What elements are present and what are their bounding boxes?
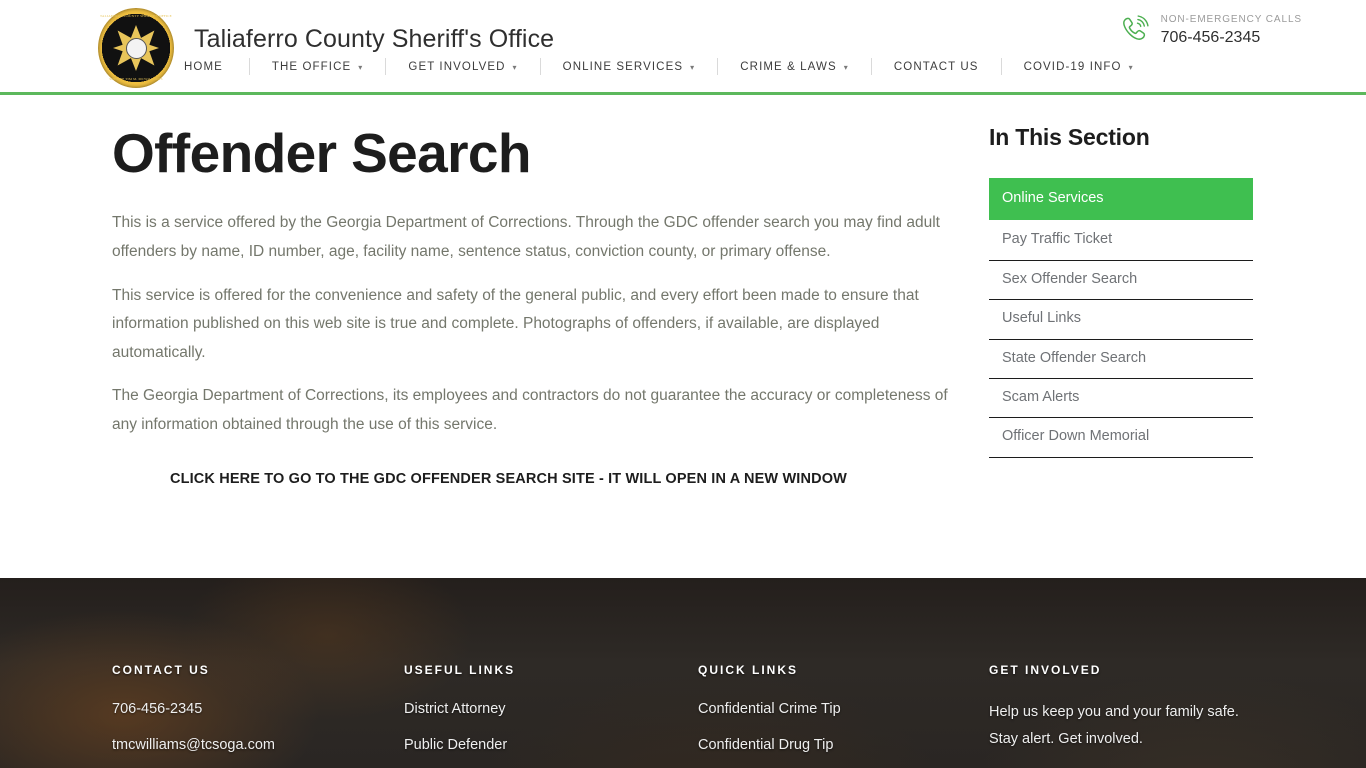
sidebar-item-pay-traffic-ticket[interactable]: Pay Traffic Ticket (989, 221, 1253, 261)
footer-link-confidential-drug-tip[interactable]: Confidential Drug Tip (698, 735, 968, 755)
gdc-offender-search-link[interactable]: CLICK HERE TO GO TO THE GDC OFFENDER SEA… (170, 471, 847, 487)
cta-wrapper: CLICK HERE TO GO TO THE GDC OFFENDER SEA… (112, 470, 962, 488)
nav-label: CRIME & LAWS (740, 60, 837, 73)
phone-number[interactable]: 706-456-2345 (1161, 29, 1302, 47)
sidebar-item-officer-down-memorial[interactable]: Officer Down Memorial (989, 418, 1253, 458)
in-this-section-sidebar: In This Section Online Services Pay Traf… (989, 124, 1253, 458)
nav-item-get-involved[interactable]: GET INVOLVED ▾ (385, 58, 539, 75)
primary-navigation[interactable]: HOME THE OFFICE ▾ GET INVOLVED ▾ ONLINE … (184, 58, 1156, 75)
nav-item-home[interactable]: HOME (184, 58, 249, 75)
chevron-down-icon: ▾ (1128, 62, 1134, 72)
chevron-down-icon: ▾ (512, 62, 518, 72)
footer-inner: CONTACT US 706-456-2345 tmcwilliams@tcso… (0, 578, 1366, 753)
sheriff-badge-logo[interactable]: TALIAFERRO COUNTY SHERIFF'S OFFICE SHERI… (98, 8, 174, 88)
site-title: Taliaferro County Sheriff's Office (194, 25, 555, 53)
chevron-down-icon: ▾ (843, 62, 849, 72)
sidebar-title: In This Section (989, 124, 1150, 150)
page-title: Offender Search (112, 122, 532, 184)
footer-get-involved-text: Help us keep you and your family safe. S… (989, 704, 1239, 747)
phone-meta: NON-EMERGENCY CALLS 706-456-2345 (1161, 12, 1302, 47)
nav-item-contact-us[interactable]: CONTACT US (870, 58, 1001, 75)
footer-link-district-attorney[interactable]: District Attorney (404, 699, 674, 719)
footer-link-email[interactable]: tmcwilliams@tcsoga.com (112, 735, 382, 755)
nav-item-crime-and-laws[interactable]: CRIME & LAWS ▾ (717, 58, 871, 75)
article-content: Offender Search This is a service offere… (112, 122, 962, 488)
footer-heading: USEFUL LINKS (404, 663, 516, 677)
body-paragraph: This is a service offered by the Georgia… (112, 214, 940, 260)
sidebar-item-useful-links[interactable]: Useful Links (989, 300, 1253, 340)
sidebar-list: Online Services Pay Traffic Ticket Sex O… (989, 178, 1253, 458)
footer-link-public-defender[interactable]: Public Defender (404, 735, 674, 755)
badge-bottom-text: SHERIFF TIM M. MCWILLIAMS (109, 77, 163, 81)
nav-label: GET INVOLVED (408, 60, 506, 73)
footer-link-phone[interactable]: 706-456-2345 (112, 699, 382, 719)
footer-heading: QUICK LINKS (698, 663, 798, 677)
nav-label: HOME (184, 60, 223, 73)
sidebar-item-state-offender-search[interactable]: State Offender Search (989, 340, 1253, 379)
nav-item-the-office[interactable]: THE OFFICE ▾ (248, 58, 386, 75)
footer-heading: CONTACT US (112, 663, 210, 677)
sidebar-item-scam-alerts[interactable]: Scam Alerts (989, 379, 1253, 419)
brand-text: Taliaferro County Sheriff's Office (194, 8, 554, 52)
footer-column-quick-links: QUICK LINKS Confidential Crime Tip Confi… (698, 663, 968, 768)
main-content: Offender Search This is a service offere… (0, 95, 1366, 578)
chevron-down-icon: ▾ (690, 62, 696, 72)
footer-link-confidential-crime-tip[interactable]: Confidential Crime Tip (698, 699, 968, 719)
sidebar-item-sex-offender-search[interactable]: Sex Offender Search (989, 261, 1253, 301)
footer-column-useful-links: USEFUL LINKS District Attorney Public De… (404, 663, 674, 768)
nav-item-covid-19-info[interactable]: COVID-19 INFO ▾ (1000, 58, 1156, 75)
body-paragraph: The Georgia Department of Corrections, i… (112, 387, 948, 433)
nav-item-online-services[interactable]: ONLINE SERVICES ▾ (539, 58, 718, 75)
nav-label: THE OFFICE (271, 60, 352, 73)
site-footer: CONTACT US 706-456-2345 tmcwilliams@tcso… (0, 578, 1366, 768)
phone-ringing-icon (1122, 15, 1149, 40)
badge-inner-seal-icon (125, 37, 147, 59)
badge-top-text: TALIAFERRO COUNTY SHERIFF'S OFFICE (100, 14, 172, 18)
nav-label: COVID-19 INFO (1023, 60, 1122, 73)
nav-label: CONTACT US (893, 60, 979, 73)
phone-label: NON-EMERGENCY CALLS (1160, 14, 1302, 25)
nav-label: ONLINE SERVICES (562, 60, 684, 73)
chevron-down-icon: ▾ (358, 62, 364, 72)
non-emergency-phone[interactable]: NON-EMERGENCY CALLS 706-456-2345 (1117, 12, 1302, 47)
brand[interactable]: TALIAFERRO COUNTY SHERIFF'S OFFICE SHERI… (98, 8, 554, 88)
sidebar-item-online-services[interactable]: Online Services (989, 178, 1253, 221)
body-paragraph: This service is offered for the convenie… (112, 286, 919, 361)
footer-column-get-involved: GET INVOLVED Help us keep you and your f… (989, 663, 1269, 768)
footer-heading: GET INVOLVED (989, 663, 1102, 677)
site-header: TALIAFERRO COUNTY SHERIFF'S OFFICE SHERI… (0, 0, 1366, 95)
footer-column-contact-us: CONTACT US 706-456-2345 tmcwilliams@tcso… (112, 663, 382, 768)
